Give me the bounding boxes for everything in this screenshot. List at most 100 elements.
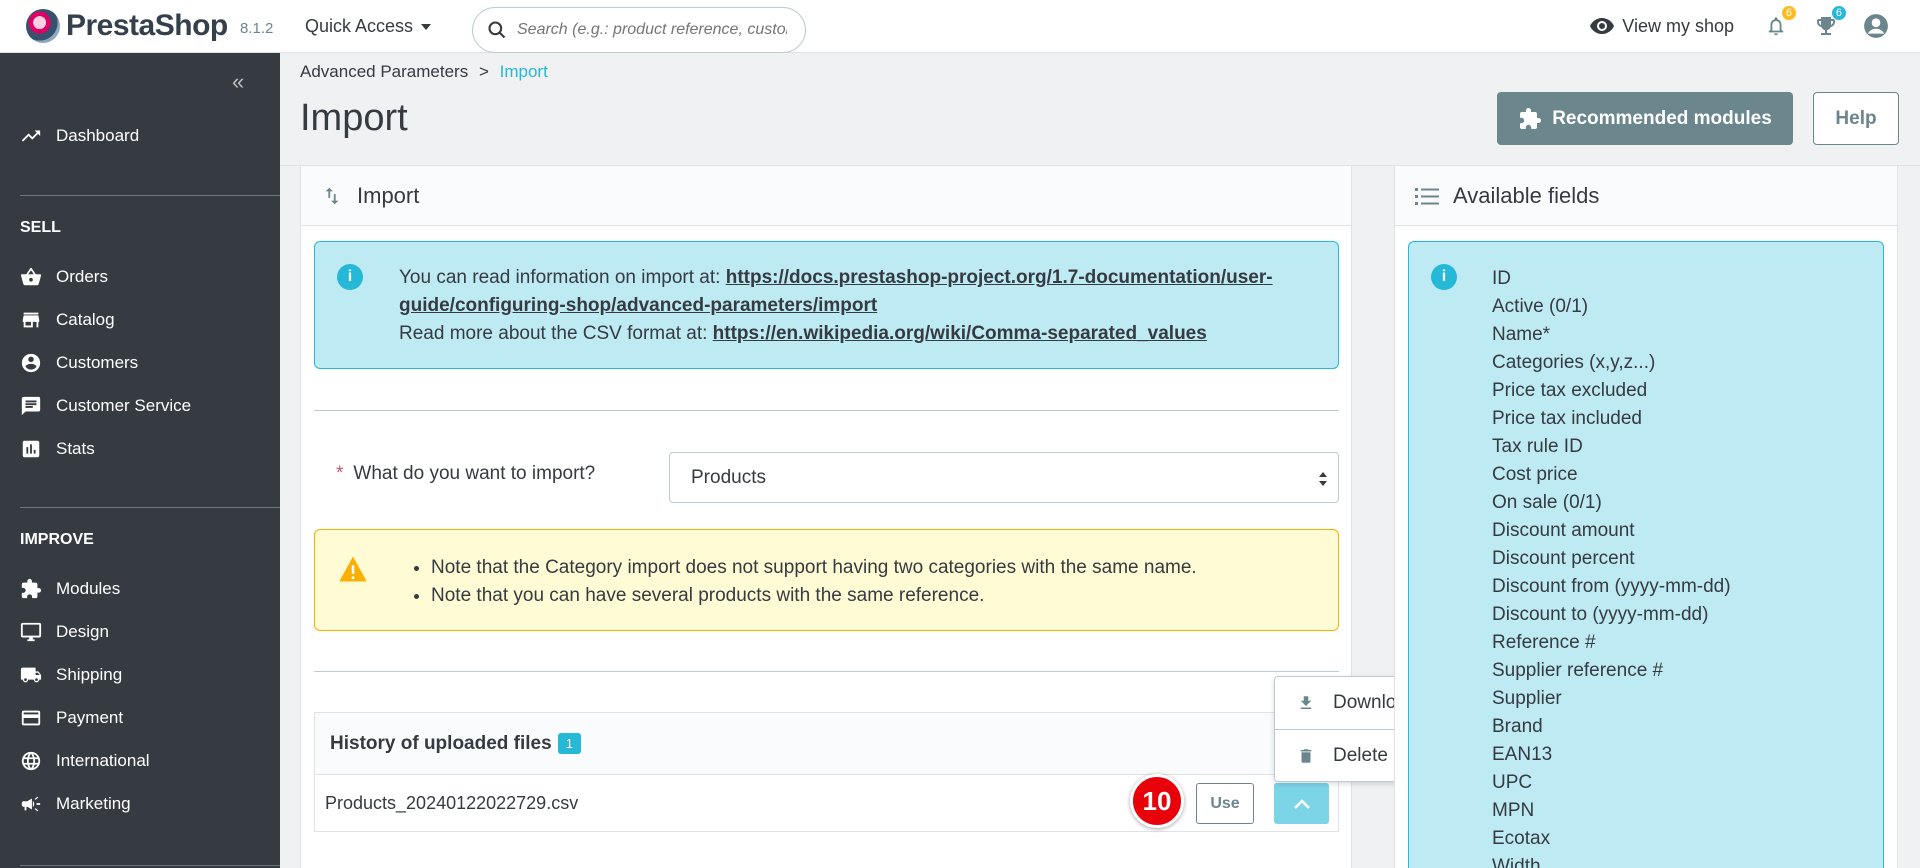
download-icon — [1300, 696, 1312, 709]
available-fields-title: Available fields — [1453, 182, 1600, 208]
sidebar-item-catalog[interactable]: Catalog — [20, 309, 115, 331]
help-button[interactable]: Help — [1813, 92, 1899, 145]
entity-select[interactable]: Products — [669, 452, 1339, 503]
puzzle-icon — [21, 578, 42, 599]
trophy-button[interactable]: 6 — [1812, 6, 1846, 40]
sidebar-section-improve: IMPROVE — [20, 531, 94, 548]
sidebar-item-international[interactable]: International — [20, 750, 150, 772]
sidebar-item-orders[interactable]: Orders — [20, 266, 108, 288]
sidebar-item-shipping[interactable]: Shipping — [20, 664, 122, 686]
use-file-button[interactable]: Use — [1196, 783, 1254, 824]
file-actions-toggle[interactable] — [1274, 783, 1329, 824]
divider — [314, 410, 1339, 411]
search-box[interactable] — [472, 7, 806, 53]
basket-icon — [20, 267, 42, 286]
logo-text: PrestaShop — [66, 9, 228, 42]
available-field-item: EAN13 — [1492, 744, 1553, 765]
sidebar-item-design[interactable]: Design — [20, 621, 109, 643]
available-field-item: Width — [1492, 856, 1541, 868]
sidebar: « Dashboard SELL Orders Catalog Customer… — [0, 53, 280, 868]
warning-item: Note that you can have several products … — [431, 582, 1197, 610]
sidebar-divider — [20, 195, 280, 196]
info-icon: i — [337, 264, 363, 290]
sidebar-item-label: Payment — [56, 708, 124, 727]
available-field-item: Active (0/1) — [1492, 296, 1589, 317]
sidebar-divider — [20, 507, 280, 508]
bar-chart-icon — [22, 440, 40, 458]
caret-down-icon — [421, 23, 432, 30]
sidebar-item-label: Shipping — [56, 665, 123, 684]
breadcrumb-separator: > — [478, 62, 489, 81]
puzzle-icon — [1520, 107, 1542, 129]
search-input[interactable] — [517, 21, 787, 39]
warning-item: Note that the Category import does not s… — [431, 554, 1197, 582]
quick-access-dropdown[interactable]: Quick Access — [305, 16, 432, 37]
breadcrumb: Advanced Parameters > Import — [300, 62, 548, 82]
globe-icon — [21, 751, 41, 771]
trophy-count: 6 — [1831, 6, 1846, 20]
view-shop-link[interactable]: View my shop — [1590, 16, 1734, 37]
available-field-item: Brand — [1492, 716, 1543, 737]
account-button[interactable] — [1862, 12, 1890, 40]
entity-label: * What do you want to import? — [336, 463, 595, 485]
store-icon — [22, 312, 40, 328]
trending-up-icon — [21, 130, 41, 142]
available-field-item: UPC — [1492, 772, 1533, 793]
required-marker: * — [336, 463, 344, 484]
sidebar-item-customer-service[interactable]: Customer Service — [20, 395, 191, 417]
info-icon: i — [1431, 264, 1457, 290]
sidebar-item-marketing[interactable]: Marketing — [20, 793, 131, 815]
sidebar-item-customers[interactable]: Customers — [20, 352, 138, 374]
chat-icon — [21, 396, 41, 416]
prestashop-logo[interactable]: PrestaShop — [26, 9, 228, 43]
sidebar-item-dashboard[interactable]: Dashboard — [20, 125, 139, 147]
trash-icon — [1300, 749, 1312, 763]
recommended-modules-button[interactable]: Recommended modules — [1497, 92, 1793, 145]
sidebar-item-payment[interactable]: Payment — [20, 707, 123, 729]
breadcrumb-parent[interactable]: Advanced Parameters — [300, 62, 468, 81]
available-field-item: Supplier reference # — [1492, 660, 1664, 681]
available-field-item: ID — [1492, 268, 1511, 289]
delete-label: Delete — [1333, 745, 1388, 766]
available-field-item: Discount from (yyyy-mm-dd) — [1492, 576, 1731, 597]
warning-icon — [339, 556, 367, 582]
history-panel: History of uploaded files 1 Products_202… — [314, 712, 1339, 832]
sidebar-item-label: Dashboard — [56, 126, 140, 145]
view-shop-label: View my shop — [1622, 15, 1734, 36]
info-prefix: You can read information on import at: — [399, 267, 726, 288]
import-export-icon — [325, 187, 339, 204]
account-circle-icon — [21, 353, 41, 373]
sidebar-item-stats[interactable]: Stats — [20, 438, 95, 460]
import-info-alert: i You can read information on import at:… — [314, 241, 1339, 369]
entity-question: What do you want to import? — [353, 463, 596, 484]
recommended-modules-label: Recommended modules — [1552, 107, 1772, 129]
uploaded-file-name: Products_20240122022729.csv — [325, 793, 579, 813]
list-icon — [1415, 187, 1439, 205]
sidebar-divider — [20, 865, 280, 866]
import-card-header: Import — [301, 166, 1351, 226]
sidebar-item-label: Orders — [56, 267, 108, 286]
credit-card-icon — [21, 710, 41, 726]
sidebar-item-label: Customer Service — [56, 396, 192, 415]
user-avatar-icon — [1864, 14, 1888, 38]
chevron-up-icon — [1293, 798, 1310, 809]
breadcrumb-current[interactable]: Import — [500, 62, 548, 81]
sidebar-item-label: Marketing — [56, 794, 131, 813]
sidebar-item-label: International — [56, 751, 150, 770]
collapse-sidebar-icon[interactable]: « — [232, 69, 244, 95]
available-field-item: MPN — [1492, 800, 1535, 821]
available-field-item: Reference # — [1492, 632, 1596, 653]
notifications-button[interactable]: 6 — [1762, 6, 1796, 40]
csv-wiki-link[interactable]: https://en.wikipedia.org/wiki/Comma-sepa… — [713, 323, 1207, 344]
import-warning-alert: Note that the Category import does not s… — [314, 529, 1339, 631]
history-row: Products_20240122022729.csv — [315, 775, 1338, 832]
divider — [314, 671, 1339, 672]
available-fields-header: Available fields — [1395, 166, 1897, 226]
available-field-item: Supplier — [1492, 688, 1562, 709]
history-count-badge: 1 — [557, 733, 581, 754]
puffin-logo-icon — [26, 9, 60, 43]
available-field-item: Categories (x,y,z...) — [1492, 352, 1656, 373]
sidebar-item-label: Stats — [56, 439, 95, 458]
available-field-item: Discount amount — [1492, 520, 1635, 541]
sidebar-item-modules[interactable]: Modules — [20, 578, 120, 600]
